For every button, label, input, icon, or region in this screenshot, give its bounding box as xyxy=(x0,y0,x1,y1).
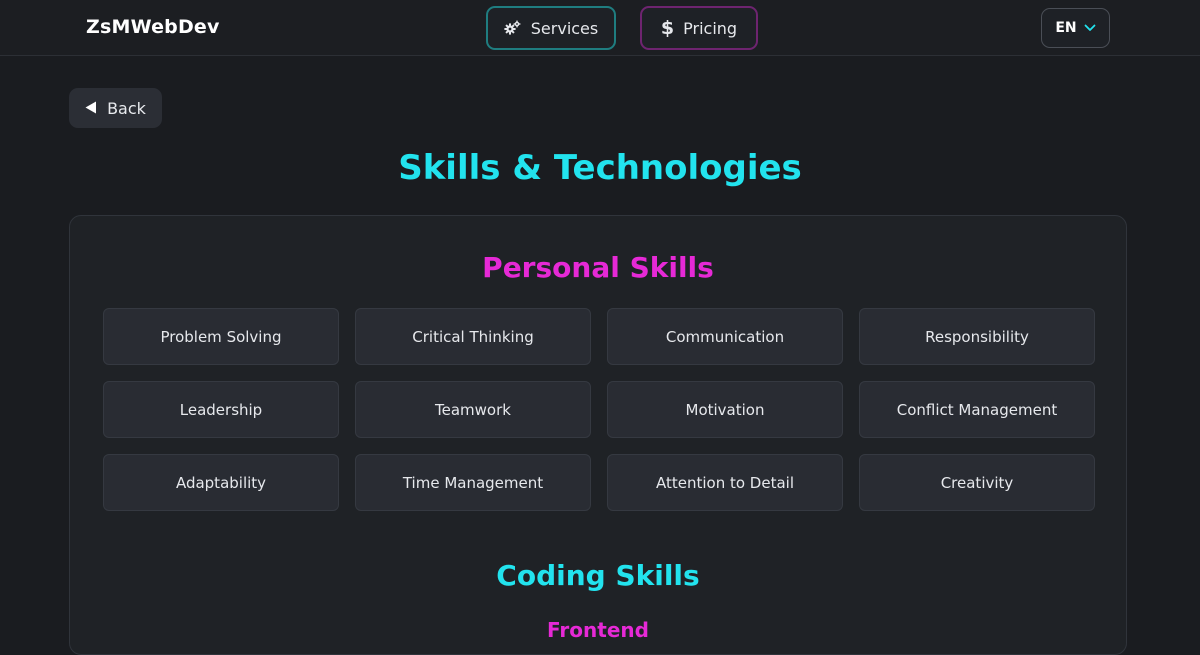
personal-skills-title: Personal Skills xyxy=(482,251,714,284)
language-selector[interactable]: EN xyxy=(1041,8,1110,48)
skill-chip: Time Management xyxy=(355,454,591,511)
page-title: Skills & Technologies xyxy=(398,148,802,188)
skill-chip: Problem Solving xyxy=(103,308,339,365)
dollar-icon: $ xyxy=(660,17,675,39)
coding-skills-title: Coding Skills xyxy=(496,559,700,592)
skill-chip: Critical Thinking xyxy=(355,308,591,365)
skill-chip: Communication xyxy=(607,308,843,365)
skill-chip: Leadership xyxy=(103,381,339,438)
pricing-label: Pricing xyxy=(683,18,738,38)
skill-chip: Adaptability xyxy=(103,454,339,511)
frontend-subtitle: Frontend xyxy=(547,618,649,642)
services-button[interactable]: Services xyxy=(486,6,616,50)
skills-card: Personal Skills Problem Solving Critical… xyxy=(69,215,1127,655)
language-label: EN xyxy=(1055,20,1077,36)
back-label: Back xyxy=(107,98,146,118)
skill-chip: Motivation xyxy=(607,381,843,438)
skill-chip: Creativity xyxy=(859,454,1095,511)
triangle-left-icon xyxy=(85,99,97,118)
navbar: ZsMWebDev Services $ Pricing EN xyxy=(0,0,1200,56)
chevron-down-icon xyxy=(1084,20,1096,36)
back-button[interactable]: Back xyxy=(69,88,162,128)
personal-skills-grid: Problem Solving Critical Thinking Commun… xyxy=(103,308,1095,511)
skill-chip: Responsibility xyxy=(859,308,1095,365)
skill-chip: Conflict Management xyxy=(859,381,1095,438)
pricing-button[interactable]: $ Pricing xyxy=(640,6,758,50)
skill-chip: Attention to Detail xyxy=(607,454,843,511)
gears-icon xyxy=(504,20,522,36)
brand-logo[interactable]: ZsMWebDev xyxy=(86,16,220,38)
skill-chip: Teamwork xyxy=(355,381,591,438)
services-label: Services xyxy=(530,18,599,38)
